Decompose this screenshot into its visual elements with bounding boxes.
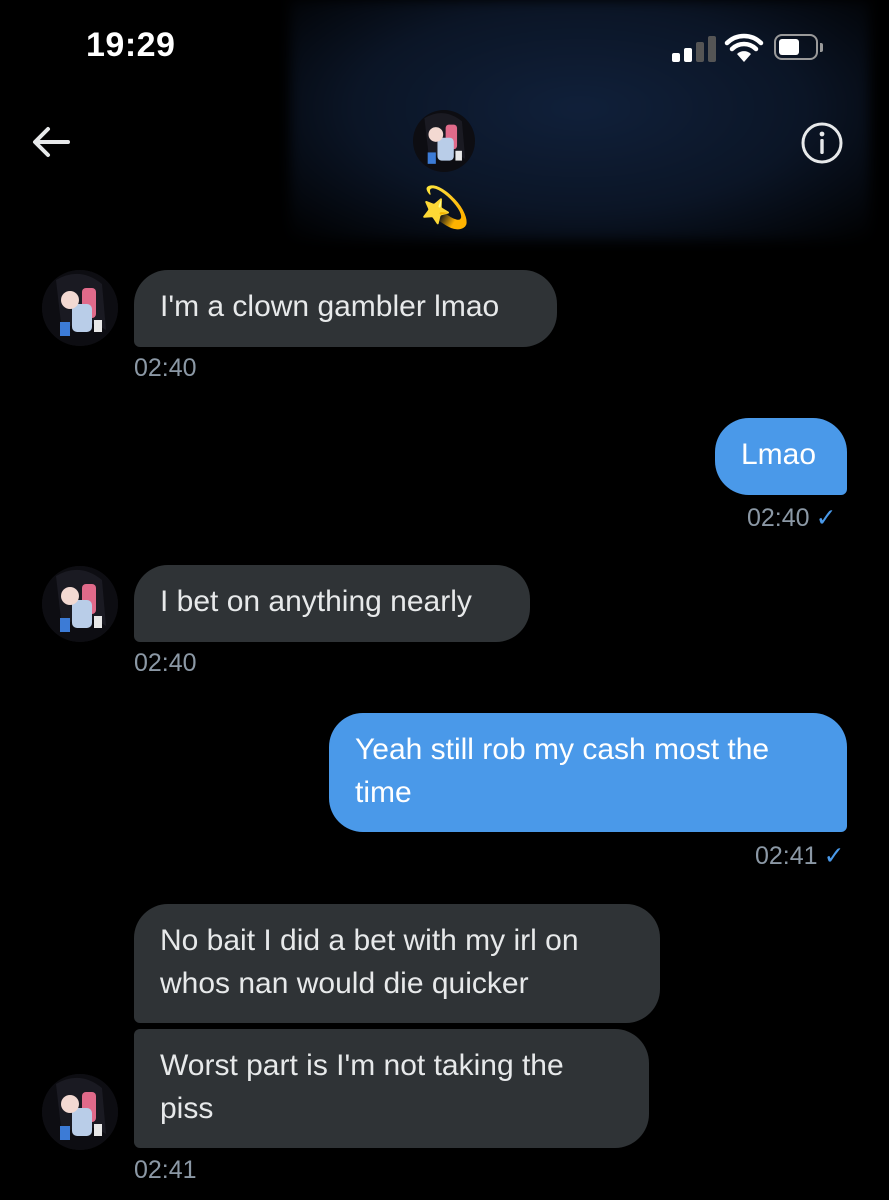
info-circle-icon[interactable]	[800, 121, 844, 165]
message-bubble-outgoing[interactable]: Lmao	[715, 418, 847, 495]
sent-check-icon: ✓	[815, 504, 837, 532]
sender-avatar[interactable]	[42, 270, 118, 346]
conversation-avatar[interactable]	[413, 110, 475, 172]
message-bubble-incoming[interactable]: I bet on anything nearly	[134, 565, 530, 642]
timestamp-text: 02:41	[755, 842, 818, 870]
status-bar: 19:29	[0, 0, 889, 100]
cellular-signal-icon	[672, 36, 716, 62]
message-bubble-incoming[interactable]: No bait I did a bet with my irl on whos …	[134, 904, 660, 1023]
sender-avatar[interactable]	[42, 1074, 118, 1150]
message-timestamp: 02:40 ✓	[747, 503, 837, 533]
wifi-icon	[724, 33, 764, 62]
battery-icon	[774, 34, 824, 64]
status-time: 19:29	[86, 26, 176, 64]
sender-avatar[interactable]	[42, 566, 118, 642]
message-timestamp: 02:40	[134, 649, 197, 677]
message-timestamp: 02:41 ✓	[755, 841, 845, 871]
sent-check-icon: ✓	[823, 842, 845, 870]
message-timestamp: 02:41	[134, 1156, 197, 1184]
message-bubble-outgoing[interactable]: Yeah still rob my cash most the time	[329, 713, 847, 832]
message-bubble-incoming[interactable]: Worst part is I'm not taking the piss	[134, 1029, 649, 1148]
timestamp-text: 02:40	[747, 504, 810, 532]
conversation-emoji: 💫	[420, 185, 470, 231]
message-bubble-incoming[interactable]: I'm a clown gambler lmao	[134, 270, 557, 347]
message-timestamp: 02:40	[134, 354, 197, 382]
arrow-left-icon[interactable]	[30, 122, 72, 162]
